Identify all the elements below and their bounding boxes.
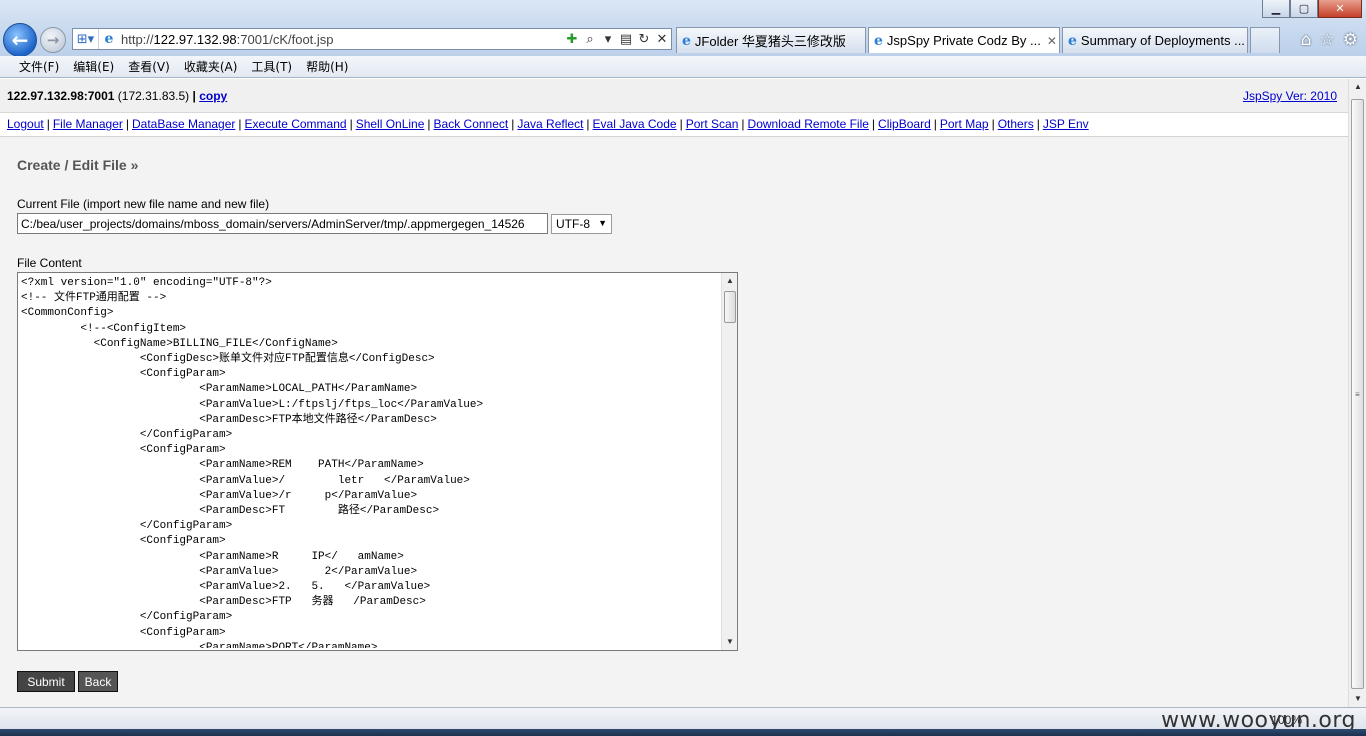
tab-summary[interactable]: e Summary of Deployments ... [1062,27,1248,53]
current-file-label: Current File (import new file name and n… [17,197,270,211]
file-content-text[interactable]: <?xml version="1.0" encoding="UTF-8"?> <… [21,276,721,648]
editor-scroll-thumb[interactable] [724,291,736,323]
menu-file[interactable]: 文件(F) [12,58,66,75]
encoding-value: UTF-8 [556,217,590,231]
grip-icon: ≡ [1355,390,1360,399]
menu-edit[interactable]: 编辑(E) [66,58,121,75]
close-window-button[interactable]: ✕ [1318,0,1362,18]
menu-favorites[interactable]: 收藏夹(A) [177,58,245,75]
file-content-label: File Content [17,256,82,270]
nav-port-scan[interactable]: Port Scan [686,117,739,131]
browser-titlebar: ▁ ▢ ✕ ← → ⊞▾ e http://122.97.132.98:7001… [0,0,1366,57]
star-icon[interactable]: ☆ [1320,30,1335,50]
gear-icon[interactable]: ⚙ [1343,30,1358,50]
address-bar[interactable]: ⊞▾ e http://122.97.132.98:7001/cK/foot.j… [72,28,672,50]
tab-jspspy[interactable]: e JspSpy Private Codz By ... ✕ [868,27,1060,53]
editor-scrollbar[interactable]: ▲ ▼ [721,273,737,650]
server-host: 122.97.132.98:7001 [7,89,115,103]
nav-file-manager[interactable]: File Manager [53,117,123,131]
nav-download-remote-file[interactable]: Download Remote File [748,117,869,131]
scroll-down-icon[interactable]: ▼ [1350,691,1366,707]
page-scrollbar[interactable]: ▲ ≡ ▼ [1348,79,1366,707]
nav-others[interactable]: Others [998,117,1034,131]
submit-button[interactable]: Submit [17,671,75,692]
encoding-select[interactable]: UTF-8 ▼ [551,214,612,234]
tool-nav: Logout | File Manager | DataBase Manager | Exe… [7,117,1089,131]
page-content: 122.97.132.98:7001 (172.31.83.5) | copy … [0,79,1348,707]
nav-shell-online[interactable]: Shell OnLine [356,117,425,131]
search-icon[interactable]: ⌕ [581,32,599,47]
nav-eval-java-code[interactable]: Eval Java Code [593,117,677,131]
nav-back-connect[interactable]: Back Connect [434,117,509,131]
tab-label: JspSpy Private Codz By ... [886,33,1041,48]
tab-jfolder[interactable]: e JFolder 华夏猪头三修改版 [676,27,866,53]
tab-close-icon[interactable]: ✕ [1047,34,1057,48]
browser-right-tools: ⌂ ☆ ⚙ [1301,30,1358,50]
scroll-up-icon[interactable]: ▲ [1350,79,1366,95]
menu-help[interactable]: 帮助(H) [299,58,355,75]
forward-arrow-icon[interactable]: → [40,27,66,53]
menu-bar: 文件(F) 编辑(E) 查看(V) 收藏夹(A) 工具(T) 帮助(H) [0,56,1366,78]
chevron-down-icon: ▼ [598,218,607,228]
addon-icon[interactable]: ✚ [563,32,581,47]
separator: | [192,89,196,103]
back-arrow-icon[interactable]: ← [3,23,37,57]
scroll-down-icon[interactable]: ▼ [722,634,737,650]
ie-page-icon: e [104,31,114,47]
tab-label: Summary of Deployments ... [1080,33,1245,48]
maximize-button[interactable]: ▢ [1290,0,1318,18]
nav-java-reflect[interactable]: Java Reflect [517,117,583,131]
status-bar: 100% www.wooyun.org [0,707,1366,733]
menu-view[interactable]: 查看(V) [121,58,177,75]
tab-strip: e JFolder 华夏猪头三修改版 e JspSpy Private Codz… [676,27,1280,53]
minimize-button[interactable]: ▁ [1262,0,1290,18]
version-link[interactable]: JspSpy Ver: 2010 [1243,89,1337,103]
tab-label: JFolder 华夏猪头三修改版 [694,34,846,49]
nav-port-map[interactable]: Port Map [940,117,989,131]
home-icon[interactable]: ⌂ [1301,30,1312,50]
ie-page-icon: e [1068,32,1077,49]
copy-link[interactable]: copy [199,89,227,103]
os-taskbar [0,729,1366,736]
compatibility-view-icon[interactable]: ⊞▾ [73,29,99,49]
new-tab-button[interactable] [1250,27,1280,53]
scroll-up-icon[interactable]: ▲ [722,273,737,289]
menu-tools[interactable]: 工具(T) [244,58,299,75]
dropdown-icon[interactable]: ▾ [599,32,617,47]
page-compat-icon[interactable]: ▤ [617,32,635,47]
nav-clipboard[interactable]: ClipBoard [878,117,931,131]
address-url[interactable]: http://122.97.132.98:7001/cK/foot.jsp [119,32,563,47]
server-address: 122.97.132.98:7001 (172.31.83.5) | copy [7,89,227,103]
back-button[interactable]: Back [78,671,118,692]
page-scroll-thumb[interactable]: ≡ [1351,99,1364,689]
nav-execute-command[interactable]: Execute Command [245,117,347,131]
server-info-bar: 122.97.132.98:7001 (172.31.83.5) | copy … [0,79,1348,113]
nav-database-manager[interactable]: DataBase Manager [132,117,235,131]
window-caption-buttons: ▁ ▢ ✕ [1262,0,1362,18]
stop-icon[interactable]: ✕ [653,32,671,47]
file-content-textarea[interactable]: <?xml version="1.0" encoding="UTF-8"?> <… [17,272,738,651]
server-ip: (172.31.83.5) [117,89,190,103]
edit-file-panel: Create / Edit File » Current File (impor… [0,136,1348,707]
current-file-input[interactable] [17,213,548,234]
nav-jsp-env[interactable]: JSP Env [1043,117,1089,131]
page-title: Create / Edit File » [17,157,139,173]
nav-logout[interactable]: Logout [7,117,44,131]
ie-page-icon: e [682,32,691,49]
refresh-icon[interactable]: ↻ [635,32,653,47]
ie-page-icon: e [874,32,883,49]
